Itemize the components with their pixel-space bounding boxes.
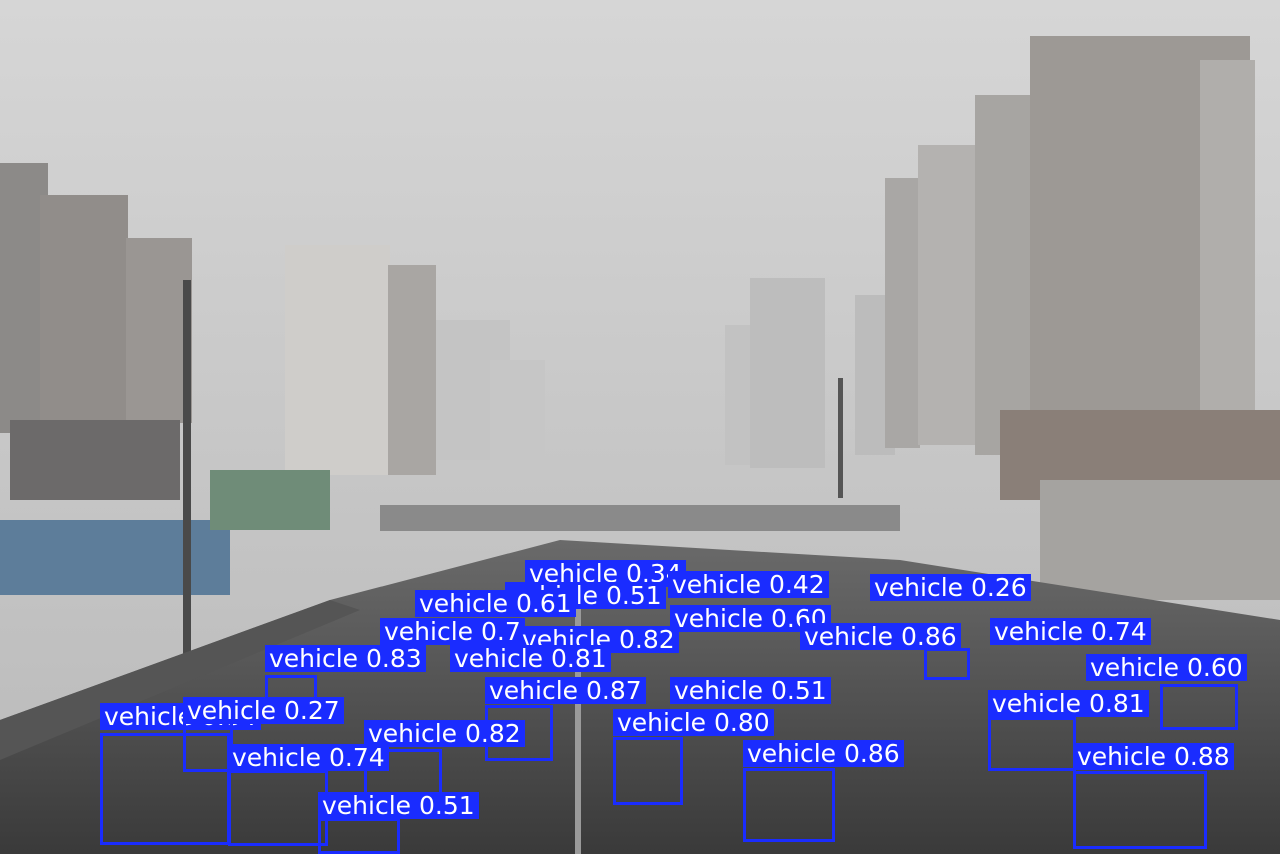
detection-box bbox=[924, 648, 970, 680]
detection-box bbox=[1160, 684, 1238, 730]
detection-class: vehicle bbox=[322, 791, 412, 820]
detection-label: vehicle 0.86 bbox=[743, 740, 904, 767]
detection-label: vehicle 0.82 bbox=[364, 720, 525, 747]
detection-score: 0.82 bbox=[619, 625, 675, 654]
detection-box bbox=[743, 768, 835, 842]
detection-scene: vehicle 0.34vehicle 0.42vehicle 0.26vehi… bbox=[0, 0, 1280, 854]
detection-score: 0.83 bbox=[366, 644, 422, 673]
detection-score: 0.26 bbox=[971, 573, 1027, 602]
detection-score: 0.61 bbox=[516, 589, 572, 618]
detection-overlay: vehicle 0.34vehicle 0.42vehicle 0.26vehi… bbox=[0, 0, 1280, 854]
detection-score: 0.86 bbox=[844, 739, 900, 768]
detection-label: vehicle 0.26 bbox=[870, 574, 1031, 601]
detection-class: vehicle bbox=[384, 617, 474, 646]
detection-class: vehicle bbox=[994, 617, 1084, 646]
detection-score: 0.86 bbox=[901, 622, 957, 651]
detection-box bbox=[613, 737, 683, 805]
detection-class: vehicle bbox=[747, 739, 837, 768]
detection-label: vehicle 0.83 bbox=[265, 645, 426, 672]
detection-class: vehicle bbox=[419, 589, 509, 618]
detection-label: vehicle 0.81 bbox=[988, 690, 1149, 717]
detection-label: vehicle 0.51 bbox=[670, 677, 831, 704]
detection-class: vehicle bbox=[232, 743, 322, 772]
detection-label: vehicle 0.74 bbox=[990, 618, 1151, 645]
detection-label: vehicle 0.81 bbox=[450, 645, 611, 672]
detection-label: vehicle 0.7 bbox=[380, 618, 525, 645]
detection-box bbox=[1073, 771, 1207, 849]
detection-score: 0.82 bbox=[465, 719, 521, 748]
detection-label: vehicle 0.80 bbox=[613, 709, 774, 736]
detection-score: 0.74 bbox=[1091, 617, 1147, 646]
detection-score: 0.42 bbox=[769, 570, 825, 599]
detection-score: 0.7 bbox=[481, 617, 521, 646]
detection-score: 0.81 bbox=[1089, 689, 1145, 718]
detection-class: vehicle bbox=[804, 622, 894, 651]
detection-score: 0.51 bbox=[606, 581, 662, 610]
detection-class: vehicle bbox=[454, 644, 544, 673]
detection-class: vehicle bbox=[269, 644, 359, 673]
detection-class: vehicle bbox=[187, 696, 277, 725]
detection-box bbox=[183, 720, 233, 772]
detection-score: 0.87 bbox=[586, 676, 642, 705]
detection-box bbox=[318, 818, 400, 854]
detection-score: 0.51 bbox=[419, 791, 475, 820]
detection-label: vehicle 0.61 bbox=[415, 590, 576, 617]
detection-score: 0.80 bbox=[714, 708, 770, 737]
detection-label: vehicle 0.88 bbox=[1073, 743, 1234, 770]
detection-class: vehicle bbox=[674, 604, 764, 633]
detection-score: 0.81 bbox=[551, 644, 607, 673]
detection-label: vehicle 0.60 bbox=[1086, 654, 1247, 681]
detection-class: vehicle bbox=[672, 570, 762, 599]
detection-label: vehicle 0.87 bbox=[485, 677, 646, 704]
detection-label: vehicle 0.27 bbox=[183, 697, 344, 724]
detection-box bbox=[228, 770, 328, 846]
detection-box bbox=[988, 717, 1076, 771]
detection-class: vehicle bbox=[617, 708, 707, 737]
detection-label: vehicle 0.42 bbox=[668, 571, 829, 598]
detection-score: 0.27 bbox=[284, 696, 340, 725]
detection-label: vehicle 0.86 bbox=[800, 623, 961, 650]
detection-score: 0.88 bbox=[1174, 742, 1230, 771]
detection-score: 0.60 bbox=[1187, 653, 1243, 682]
detection-class: vehicle bbox=[1077, 742, 1167, 771]
detection-label: vehicle 0.51 bbox=[318, 792, 479, 819]
detection-class: vehicle bbox=[104, 702, 194, 731]
detection-label: vehicle 0.74 bbox=[228, 744, 389, 771]
detection-class: vehicle bbox=[489, 676, 579, 705]
detection-class: vehicle bbox=[1090, 653, 1180, 682]
detection-class: vehicle bbox=[874, 573, 964, 602]
detection-score: 0.74 bbox=[329, 743, 385, 772]
detection-class: vehicle bbox=[992, 689, 1082, 718]
detection-class: vehicle bbox=[674, 676, 764, 705]
detection-score: 0.51 bbox=[771, 676, 827, 705]
